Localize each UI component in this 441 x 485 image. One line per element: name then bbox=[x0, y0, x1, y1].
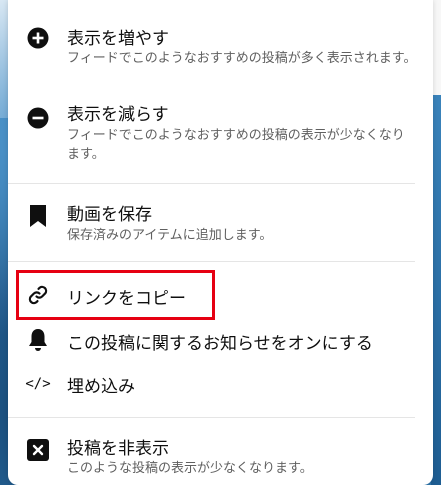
menu-item-title: 表示を減らす bbox=[67, 105, 169, 125]
menu-item-title: 動画を保存 bbox=[67, 205, 152, 225]
plus-circle-icon bbox=[26, 26, 50, 50]
menu-item-description: フィードでこのようなおすすめの投稿が多く表示されます。 bbox=[67, 51, 417, 66]
menu-divider bbox=[8, 183, 415, 184]
menu-item-title: 投稿を非表示 bbox=[67, 439, 169, 459]
menu-item-turn-on-notifications[interactable]: この投稿に関するお知らせをオンにする bbox=[8, 322, 433, 358]
menu-item-description: 保存済みのアイテムに追加します。 bbox=[67, 228, 273, 243]
menu-item-description: フィードでこのようなおすすめの投稿の表示が少なくなります。 bbox=[67, 128, 405, 162]
menu-item-show-less[interactable]: 表示を減らす フィードでこのようなおすすめの投稿の表示が少なくなります。 bbox=[8, 94, 433, 174]
menu-item-title: 表示を増やす bbox=[67, 29, 169, 49]
bell-icon bbox=[26, 328, 50, 352]
close-box-icon bbox=[26, 438, 50, 462]
code-icon: </> bbox=[25, 376, 51, 392]
menu-item-save-video[interactable]: 動画を保存 保存済みのアイテムに追加します。 bbox=[8, 192, 433, 254]
highlight-box bbox=[16, 270, 215, 320]
menu-item-title: この投稿に関するお知らせをオンにする bbox=[67, 334, 373, 354]
post-options-menu: 表示を増やす フィードでこのようなおすすめの投稿が多く表示されます。 表示を減ら… bbox=[8, 0, 433, 485]
menu-item-hide-post[interactable]: 投稿を非表示 このような投稿の表示が少なくなります。 bbox=[8, 424, 433, 484]
bookmark-icon bbox=[26, 204, 50, 228]
menu-item-show-more[interactable]: 表示を増やす フィードでこのようなおすすめの投稿が多く表示されます。 bbox=[8, 14, 433, 94]
menu-item-description: このような投稿の表示が少なくなります。 bbox=[67, 461, 313, 476]
menu-divider bbox=[8, 417, 415, 418]
menu-item-title: 埋め込み bbox=[67, 377, 135, 397]
menu-divider bbox=[8, 261, 415, 262]
menu-item-embed[interactable]: </> 埋め込み bbox=[8, 364, 433, 404]
minus-circle-icon bbox=[26, 106, 50, 130]
